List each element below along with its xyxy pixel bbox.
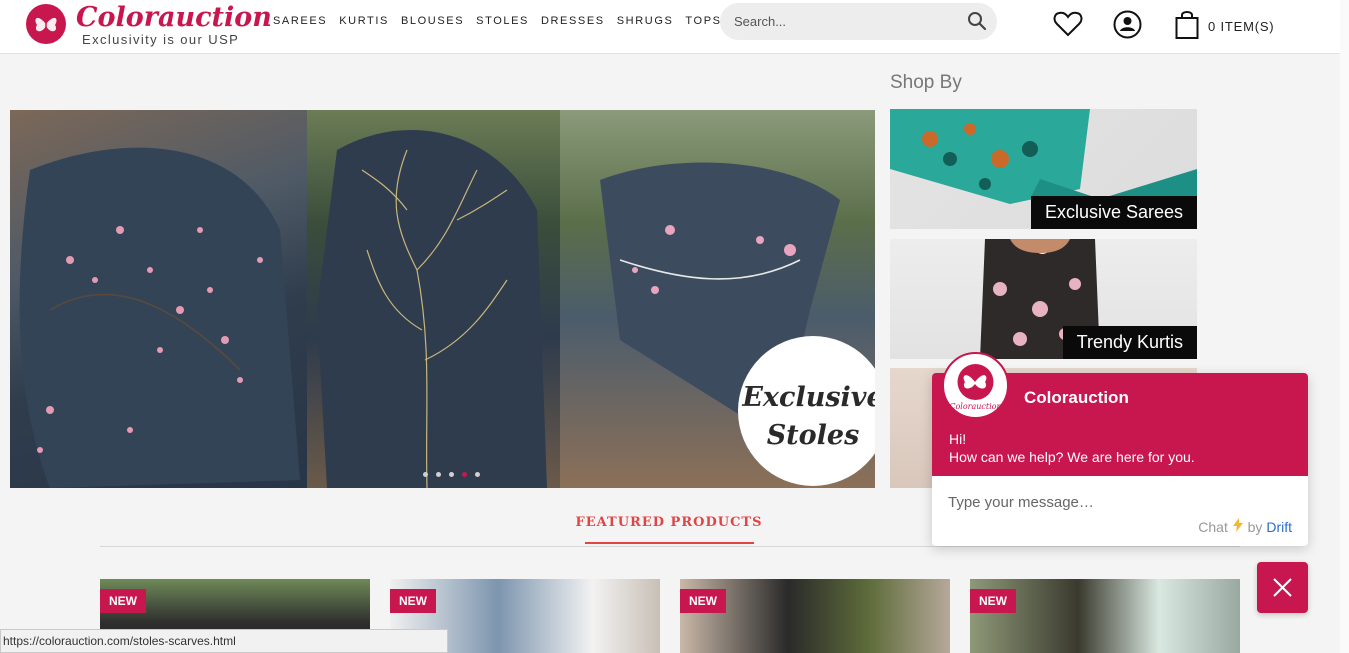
user-icon[interactable]: [1113, 10, 1142, 44]
butterfly-logo-icon: [26, 4, 66, 44]
chat-powered-by-text: by: [1247, 519, 1263, 535]
cart-count[interactable]: 0 ITEM(S): [1208, 19, 1274, 34]
banner-dot-1[interactable]: [423, 472, 428, 477]
chat-powered-prefix: Chat: [1198, 519, 1228, 535]
banner-badge: Exclusive Stoles: [738, 336, 875, 486]
shop-by-tile-kurtis[interactable]: Trendy Kurtis: [890, 239, 1197, 359]
banner-dot-5[interactable]: [475, 472, 480, 477]
chat-greeting-line2: How can we help? We are here for you.: [949, 449, 1195, 465]
nav-item-stoles[interactable]: STOLES: [476, 15, 529, 27]
shop-by-label-kurtis: Trendy Kurtis: [1062, 326, 1197, 359]
banner-badge-line1: Exclusive: [742, 382, 875, 413]
chat-avatar-logo-icon: Colorauction: [942, 352, 1009, 419]
shop-by-tile-sarees[interactable]: Exclusive Sarees: [890, 109, 1197, 229]
brand-name: Colorauction: [76, 2, 272, 33]
site-header: Colorauction Exclusivity is our USP SARE…: [0, 0, 1349, 54]
banner-badge-line2: Stoles: [766, 420, 860, 451]
banner-dot-4[interactable]: [462, 472, 467, 477]
chat-greeting-line1: Hi!: [949, 431, 967, 447]
product-badge-new: NEW: [100, 589, 146, 613]
chat-brand-name: Colorauction: [1024, 388, 1129, 407]
product-badge-new: NEW: [680, 589, 726, 613]
banner-dot-2[interactable]: [436, 472, 441, 477]
browser-status-url: https://colorauction.com/stoles-scarves.…: [0, 629, 448, 653]
shop-by-label-sarees: Exclusive Sarees: [1030, 196, 1197, 229]
chat-powered-by[interactable]: Chat by Drift: [1198, 518, 1292, 535]
close-icon: [1273, 578, 1292, 597]
product-badge-new: NEW: [390, 589, 436, 613]
nav-item-sarees[interactable]: SAREES: [273, 15, 327, 27]
nav-item-blouses[interactable]: BLOUSES: [401, 15, 464, 27]
brand-tagline: Exclusivity is our USP: [82, 32, 240, 47]
shopping-bag-icon[interactable]: [1175, 9, 1199, 45]
banner-dot-3[interactable]: [449, 472, 454, 477]
chat-close-button[interactable]: [1257, 562, 1308, 613]
chat-greeting: Hi! How can we help? We are here for you…: [949, 430, 1195, 466]
nav-item-shrugs[interactable]: SHRUGS: [617, 15, 674, 27]
product-card-3[interactable]: NEW: [680, 579, 950, 653]
product-card-4[interactable]: NEW: [970, 579, 1240, 653]
banner-image-tree-stole: [307, 110, 560, 488]
chat-powered-vendor: Drift: [1266, 519, 1292, 535]
search-input[interactable]: [734, 11, 954, 31]
banner-pagination: [423, 472, 480, 477]
featured-divider: [100, 546, 1240, 547]
page-scrollbar[interactable]: [1340, 0, 1349, 653]
hero-banner[interactable]: Exclusive Stoles: [10, 110, 875, 488]
brand-logo[interactable]: Colorauction Exclusivity is our USP: [26, 2, 272, 50]
featured-title-underline: [585, 542, 754, 544]
nav-item-dresses[interactable]: DRESSES: [541, 15, 605, 27]
nav-item-tops[interactable]: TOPS: [685, 15, 721, 27]
heart-icon[interactable]: [1053, 10, 1083, 43]
shop-by-title: Shop By: [890, 72, 962, 93]
banner-image-floral-stole: [10, 110, 307, 488]
nav-item-kurtis[interactable]: KURTIS: [339, 15, 389, 27]
chat-message-input[interactable]: [948, 492, 1278, 512]
chat-avatar-brand: Colorauction: [949, 402, 1001, 411]
product-badge-new: NEW: [970, 589, 1016, 613]
main-nav: SAREES KURTIS BLOUSES STOLES DRESSES SHR…: [273, 15, 722, 27]
lightning-icon: [1232, 518, 1248, 535]
search-icon[interactable]: [967, 11, 987, 36]
page: Colorauction Exclusivity is our USP SARE…: [0, 0, 1349, 653]
search-bar: [720, 3, 997, 40]
